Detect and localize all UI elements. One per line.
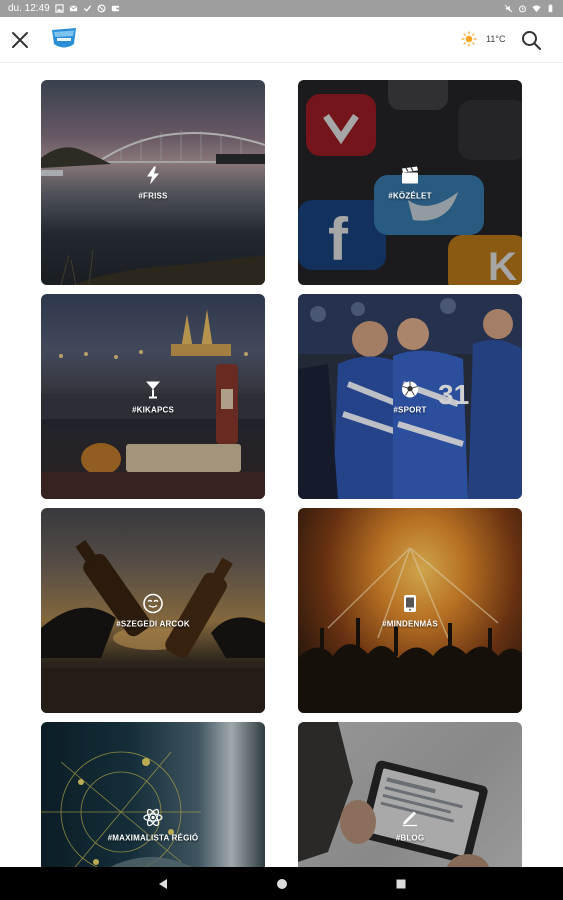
category-tile-mindenmas[interactable]: #MINDENMÁS [298,508,522,713]
home-button[interactable] [275,877,289,891]
search-icon [522,31,541,50]
lightning-icon [143,165,163,185]
home-circle-icon [276,878,287,889]
recents-square-icon [396,879,405,888]
alarm-icon [519,5,526,13]
category-tile-maximalista-regio[interactable]: #MAXIMALISTA RÉGIÓ [41,722,265,867]
close-icon [12,32,28,48]
app-logo[interactable] [50,27,78,51]
phone-icon [400,593,420,613]
category-tile-szegedi-arcok[interactable]: #SZEGEDI ARCOK [41,508,265,713]
weather-widget[interactable]: 11°C [461,31,505,47]
system-navigation-bar [0,867,563,900]
wallet-icon [111,5,119,12]
status-time: du. 12:49 [8,3,50,14]
mute-icon [504,4,513,13]
category-grid: #FRISS f K #KÖZÉLET #KIKAPCS 31 #SPORT #… [41,80,522,867]
temperature-label: 11°C [486,34,506,44]
recents-button[interactable] [394,877,408,891]
mail-icon [69,5,78,12]
soccer-ball-icon [400,379,420,399]
logo-icon [52,28,76,48]
category-label: #KÖZÉLET [388,191,432,200]
cocktail-icon [143,379,163,399]
check-icon [83,5,91,12]
status-bar: du. 12:49 [0,0,563,17]
category-label: #FRISS [138,191,168,200]
face-icon [143,593,163,613]
back-button[interactable] [156,877,170,891]
category-tile-blog[interactable]: #BLOG [298,722,522,867]
sun-icon [461,31,477,47]
pen-icon [400,807,420,827]
back-triangle-icon [158,878,167,889]
category-label: #SZEGEDI ARCOK [116,619,190,628]
close-button[interactable] [8,28,32,52]
gallery-icon [55,4,64,13]
wifi-icon [532,5,541,13]
category-tile-kozelet[interactable]: f K #KÖZÉLET [298,80,522,285]
clapperboard-icon [400,165,420,185]
search-button[interactable] [519,28,543,52]
battery-icon [548,4,553,13]
app-bar: 11°C [0,17,563,63]
category-tile-friss[interactable]: #FRISS [41,80,265,285]
category-tile-kikapcs[interactable]: #KIKAPCS [41,294,265,499]
atom-icon [143,807,163,827]
category-label: #SPORT [393,405,427,414]
blocked-icon [97,4,106,13]
category-label: #MAXIMALISTA RÉGIÓ [107,833,199,842]
category-label: #KIKAPCS [131,405,175,414]
category-tile-sport[interactable]: 31 #SPORT [298,294,522,499]
category-label: #BLOG [395,833,425,842]
category-label: #MINDENMÁS [382,619,438,628]
